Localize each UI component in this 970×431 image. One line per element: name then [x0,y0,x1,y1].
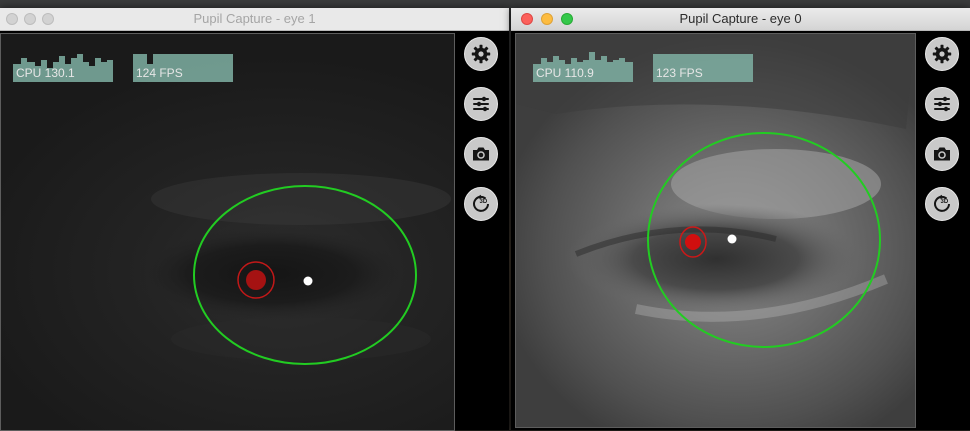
3d-rotate-icon: 3D [473,194,489,212]
eye-camera-view[interactable]: CPU 130.1 124 FPS [0,33,455,431]
fps-label: 124 FPS [136,66,183,80]
pupil-marker [685,234,701,250]
gear-icon [471,44,491,64]
pupil-marker [246,270,266,290]
3d-rotate-icon: 3D [934,194,950,212]
fps-graph: 124 FPS [133,42,233,82]
window-eye-1[interactable]: Pupil Capture - eye 1 CPU 130.1 124 FPS … [0,8,509,431]
window-content: CPU 130.1 124 FPS 3D [0,31,509,431]
capture-button[interactable] [464,137,498,171]
settings-button[interactable] [925,37,959,71]
camera-icon [473,147,489,161]
gear-icon [932,44,952,64]
3d-model-button[interactable]: 3D [464,187,498,221]
fps-label: 123 FPS [656,66,703,80]
window-title: Pupil Capture - eye 0 [679,11,802,26]
camera-icon [934,147,950,161]
cpu-graph: CPU 130.1 [13,42,113,82]
3d-model-button[interactable]: 3D [925,187,959,221]
titlebar[interactable]: Pupil Capture - eye 1 [0,8,509,31]
sliders-icon [473,96,489,112]
cpu-graph: CPU 110.9 [533,42,633,82]
glint-reflection [727,234,737,244]
capture-button[interactable] [925,137,959,171]
cpu-label: CPU 130.1 [16,66,75,80]
settings-button[interactable] [464,37,498,71]
cpu-label: CPU 110.9 [536,66,594,80]
sliders-icon [934,96,950,112]
eye-camera-view[interactable]: CPU 110.9 123 FPS [515,33,916,428]
titlebar[interactable]: Pupil Capture - eye 0 [511,8,970,31]
fps-graph: 123 FPS [653,42,753,82]
svg-text:3D: 3D [480,199,488,205]
window-title: Pupil Capture - eye 1 [193,11,316,26]
window-content: CPU 110.9 123 FPS 3D [511,31,970,430]
plugins-button[interactable] [925,87,959,121]
plugins-button[interactable] [464,87,498,121]
glint-reflection [303,276,313,286]
window-eye-0[interactable]: Pupil Capture - eye 0 CPU 110.9 123 FPS … [511,8,970,430]
svg-text:3D: 3D [941,199,949,205]
